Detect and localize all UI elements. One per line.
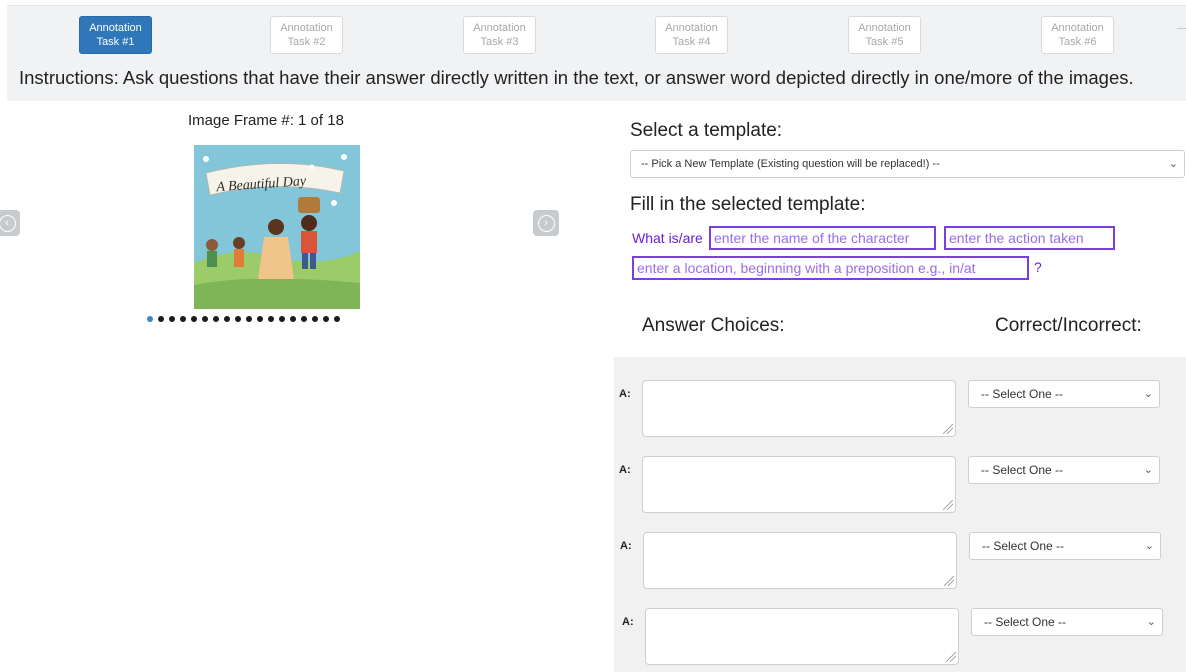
pagination-dot[interactable] — [279, 316, 285, 322]
pagination-dot[interactable] — [202, 316, 208, 322]
correctness-select-value: -- Select One -- — [984, 615, 1067, 629]
pagination-dot[interactable] — [191, 316, 197, 322]
tab-label-line1: Annotation — [89, 22, 142, 34]
action-input[interactable]: enter the action taken — [944, 226, 1115, 250]
template-select[interactable]: -- Pick a New Template (Existing questio… — [630, 150, 1185, 178]
pagination-dot[interactable] — [246, 316, 252, 322]
answer-textarea[interactable] — [642, 456, 956, 513]
pagination-dot[interactable] — [312, 316, 318, 322]
pagination-dot[interactable] — [235, 316, 241, 322]
tab-label-line2: Task #2 — [287, 36, 326, 48]
tab-label-line2: Task #5 — [865, 36, 904, 48]
tab-annotation-task-4[interactable]: Annotation Task #4 — [655, 16, 728, 54]
instructions-text: Instructions: Ask questions that have th… — [19, 67, 1134, 88]
correctness-select-value: -- Select One -- — [982, 539, 1065, 553]
image-frame-counter: Image Frame #: 1 of 18 — [188, 112, 344, 129]
answer-label: A: — [620, 540, 632, 552]
location-input[interactable]: enter a location, beginning with a prepo… — [632, 256, 1029, 280]
header-divider — [1177, 28, 1186, 29]
tab-label-line1: Annotation — [665, 22, 718, 34]
answer-choices-heading: Answer Choices: — [642, 315, 785, 336]
fill-template-heading: Fill in the selected template: — [630, 194, 866, 215]
correctness-select[interactable]: -- Select One -- ⌄ — [971, 608, 1163, 636]
previous-frame-button[interactable]: ‹ — [0, 210, 20, 236]
resize-handle-icon[interactable] — [943, 424, 953, 434]
correctness-select[interactable]: -- Select One -- ⌄ — [968, 456, 1160, 484]
correctness-select-value: -- Select One -- — [981, 463, 1064, 477]
cover-illustration: A Beautiful Day — [194, 145, 360, 309]
chevron-down-icon: ⌄ — [1168, 158, 1178, 170]
tab-label-line1: Annotation — [858, 22, 911, 34]
chevron-right-icon: › — [537, 214, 555, 232]
chevron-down-icon: ⌄ — [1143, 464, 1153, 476]
pagination-dot[interactable] — [158, 316, 164, 322]
tab-label-line1: Annotation — [473, 22, 526, 34]
pagination-dot[interactable] — [323, 316, 329, 322]
tab-annotation-task-5[interactable]: Annotation Task #5 — [848, 16, 921, 54]
answer-label: A: — [622, 616, 634, 628]
storybook-cover-image: A Beautiful Day — [194, 145, 360, 309]
chevron-down-icon: ⌄ — [1143, 388, 1153, 400]
resize-handle-icon[interactable] — [944, 576, 954, 586]
correctness-select-value: -- Select One -- — [981, 387, 1064, 401]
location-input-placeholder: enter a location, beginning with a prepo… — [637, 260, 976, 276]
character-input-placeholder: enter the name of the character — [714, 230, 910, 246]
template-suffix: ? — [1034, 259, 1042, 275]
resize-handle-icon[interactable] — [946, 652, 956, 662]
pagination-dot[interactable] — [224, 316, 230, 322]
tab-label-line2: Task #3 — [480, 36, 519, 48]
answer-textarea[interactable] — [642, 380, 956, 437]
pagination-dot[interactable] — [268, 316, 274, 322]
template-select-value: -- Pick a New Template (Existing questio… — [641, 158, 940, 170]
chevron-down-icon: ⌄ — [1144, 540, 1154, 552]
resize-handle-icon[interactable] — [943, 500, 953, 510]
chevron-down-icon: ⌄ — [1146, 616, 1156, 628]
action-input-placeholder: enter the action taken — [949, 230, 1084, 246]
pagination-dot[interactable] — [334, 316, 340, 322]
answer-label: A: — [619, 464, 631, 476]
tab-annotation-task-2[interactable]: Annotation Task #2 — [270, 16, 343, 54]
tab-label-line1: Annotation — [1051, 22, 1104, 34]
correctness-select[interactable]: -- Select One -- ⌄ — [969, 532, 1161, 560]
answer-label: A: — [619, 388, 631, 400]
tab-label-line2: Task #4 — [672, 36, 711, 48]
tab-annotation-task-3[interactable]: Annotation Task #3 — [463, 16, 536, 54]
correct-incorrect-heading: Correct/Incorrect: — [995, 315, 1142, 336]
task-header: Annotation Task #1 Annotation Task #2 An… — [7, 5, 1186, 101]
tab-label-line2: Task #6 — [1058, 36, 1097, 48]
character-input[interactable]: enter the name of the character — [709, 226, 936, 250]
select-template-heading: Select a template: — [630, 120, 783, 141]
answer-textarea[interactable] — [645, 608, 959, 665]
tab-label-line2: Task #1 — [96, 36, 135, 48]
pagination-dot[interactable] — [301, 316, 307, 322]
template-prefix: What is/are — [632, 230, 703, 246]
answer-textarea[interactable] — [643, 532, 957, 589]
pagination-dot[interactable] — [290, 316, 296, 322]
pagination-dot[interactable] — [213, 316, 219, 322]
pagination-dot[interactable] — [147, 316, 153, 322]
frame-pagination-dots — [147, 316, 340, 322]
tab-label-line1: Annotation — [280, 22, 333, 34]
tab-annotation-task-6[interactable]: Annotation Task #6 — [1041, 16, 1114, 54]
pagination-dot[interactable] — [169, 316, 175, 322]
pagination-dot[interactable] — [257, 316, 263, 322]
tab-annotation-task-1[interactable]: Annotation Task #1 — [79, 16, 152, 54]
pagination-dot[interactable] — [180, 316, 186, 322]
chevron-left-icon: ‹ — [0, 214, 16, 232]
correctness-select[interactable]: -- Select One -- ⌄ — [968, 380, 1160, 408]
next-frame-button[interactable]: › — [533, 210, 559, 236]
